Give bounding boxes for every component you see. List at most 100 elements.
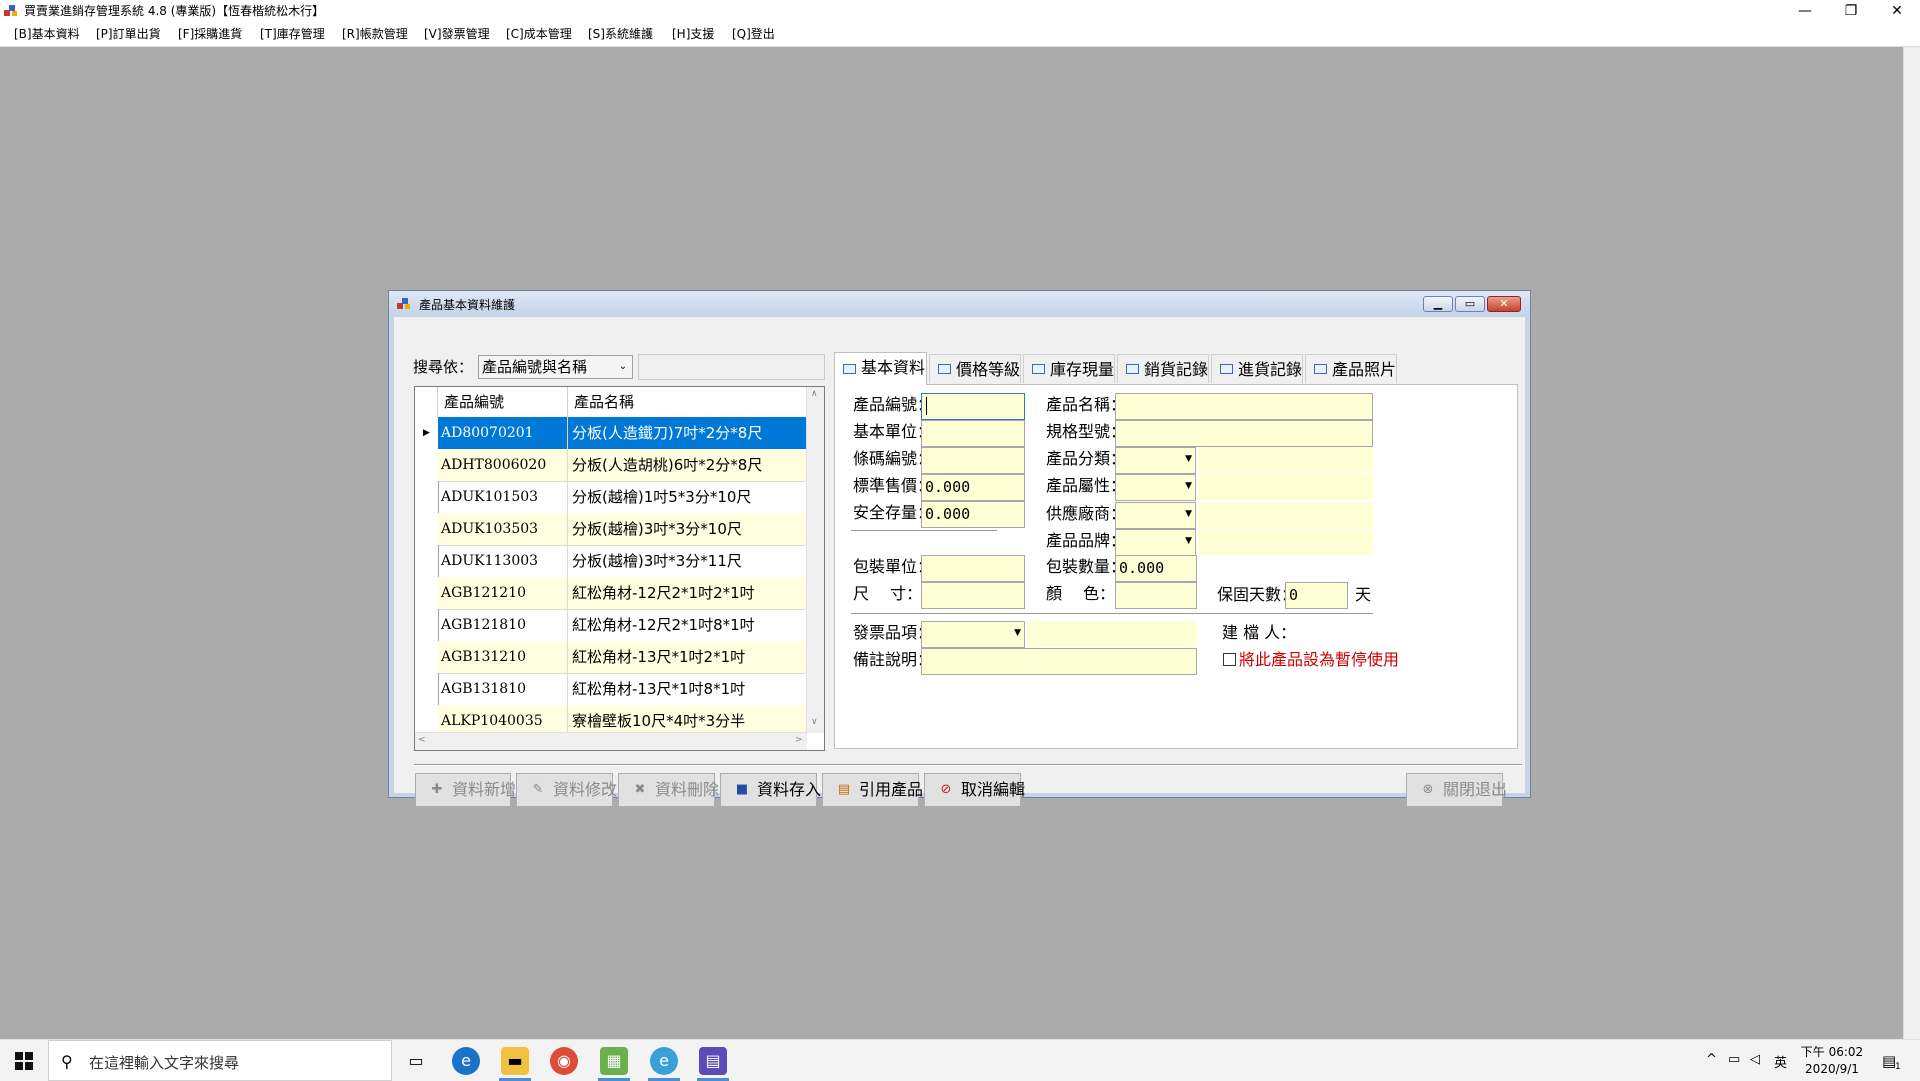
minimize-button[interactable]: —: [1782, 0, 1828, 22]
tab-purchase-records[interactable]: 進貨記錄: [1211, 354, 1303, 383]
file-explorer-icon[interactable]: ▬: [501, 1047, 529, 1075]
size-input[interactable]: [921, 582, 1025, 609]
dropdown-arrow-icon: ▼: [1014, 628, 1021, 638]
menu-cost[interactable]: [C]成本管理: [506, 26, 572, 42]
grid-vertical-scrollbar[interactable]: ∧ ∨: [806, 387, 824, 733]
menu-orders-shipping[interactable]: [P]訂單出貨: [96, 26, 161, 42]
windows-start-icon[interactable]: [0, 1040, 48, 1081]
scroll-right-icon[interactable]: >: [795, 735, 803, 745]
internet-explorer-icon[interactable]: e: [650, 1047, 678, 1075]
table-row[interactable]: ADHT8006020 分板(人造胡桃)6吋*2分*8尺: [415, 449, 807, 482]
table-row[interactable]: ADUK101503 分板(越檜)1吋5*3分*10尺: [415, 481, 807, 514]
dialog-icon: [397, 298, 410, 309]
menu-invoices[interactable]: [V]發票管理: [424, 26, 490, 42]
dialog-close-button[interactable]: ✕: [1487, 296, 1521, 312]
table-row[interactable]: AGB131210 紅松角材-13尺*1吋2*1吋: [415, 641, 807, 674]
form-icon: [1314, 364, 1327, 374]
store-icon[interactable]: ▦: [600, 1047, 628, 1075]
button-label: 資料修改: [553, 780, 618, 799]
spec-model-input[interactable]: [1115, 420, 1373, 447]
workspace-scrollbar[interactable]: [1903, 47, 1920, 1039]
scroll-left-icon[interactable]: <: [418, 735, 426, 745]
form-icon: [843, 364, 856, 374]
attribute-select[interactable]: ▼: [1115, 474, 1196, 501]
product-name-input[interactable]: [1115, 393, 1373, 420]
category-name-field: [1198, 447, 1373, 473]
search-input[interactable]: [638, 354, 825, 380]
taskbar-clock[interactable]: 下午 06:02 2020/9/1: [1800, 1044, 1864, 1078]
search-by-select[interactable]: 產品編號與名稱 ⌄: [478, 355, 633, 379]
table-row[interactable]: AGB121210 紅松角材-12尺2*1吋2*1吋: [415, 577, 807, 610]
add-record-button[interactable]: ✚ 資料新增: [415, 773, 516, 807]
scroll-down-icon[interactable]: ∨: [811, 717, 818, 727]
table-row[interactable]: AGB131810 紅松角材-13尺*1吋8*1吋: [415, 673, 807, 706]
task-view-icon[interactable]: ▭: [402, 1047, 430, 1075]
dialog-restore-button[interactable]: ▭: [1455, 296, 1485, 312]
dialog-minimize-button[interactable]: ▁: [1423, 296, 1453, 312]
erp-app-icon[interactable]: ▤: [699, 1047, 727, 1075]
table-row[interactable]: ADUK103503 分板(越檜)3吋*3分*10尺: [415, 513, 807, 546]
safety-stock-input[interactable]: 0.000: [921, 501, 1025, 528]
chevron-up-icon[interactable]: ^: [1706, 1052, 1717, 1067]
product-code-input[interactable]: [921, 393, 1025, 420]
category-select[interactable]: ▼: [1115, 447, 1196, 474]
table-row[interactable]: ADUK113003 分板(越檜)3吋*3分*11尺: [415, 545, 807, 578]
cite-product-button[interactable]: ▤ 引用產品: [822, 773, 923, 807]
label-category: 產品分類：: [1046, 449, 1127, 468]
suspend-label[interactable]: 將此產品設為暫停使用: [1239, 649, 1399, 671]
button-separator-highlight: [414, 765, 1522, 766]
cancel-edit-button[interactable]: ⊘ 取消編輯: [924, 773, 1025, 807]
clock-time: 下午 06:02: [1800, 1045, 1864, 1059]
edit-record-button[interactable]: ✎ 資料修改: [516, 773, 617, 807]
color-input[interactable]: [1115, 582, 1197, 609]
save-record-button[interactable]: ■ 資料存入: [720, 773, 821, 807]
grid-horizontal-scrollbar[interactable]: < >: [415, 732, 807, 750]
table-row[interactable]: ▶ AD80070201 分板(人造鐵刀)7吋*2分*8尺: [415, 417, 807, 450]
menu-accounts[interactable]: [R]帳款管理: [342, 26, 408, 42]
edge-icon[interactable]: e: [452, 1047, 480, 1075]
menu-support[interactable]: [H]支援: [672, 26, 714, 42]
remark-input[interactable]: [921, 648, 1197, 675]
brand-select[interactable]: ▼: [1115, 529, 1196, 556]
close-exit-button[interactable]: ⊗ 關閉退出: [1406, 773, 1507, 807]
taskbar-search[interactable]: ⚲ 在這裡輸入文字來搜尋: [48, 1040, 392, 1081]
menu-logout[interactable]: [Q]登出: [732, 26, 775, 42]
volume-icon[interactable]: ◁: [1750, 1052, 1760, 1067]
notification-count: 1: [1895, 1062, 1901, 1072]
pack-unit-input[interactable]: [921, 555, 1025, 582]
barcode-input[interactable]: [921, 447, 1025, 474]
warranty-input[interactable]: 0: [1285, 582, 1348, 609]
suspend-checkbox[interactable]: [1223, 653, 1236, 666]
restore-button[interactable]: ❐: [1828, 0, 1874, 22]
close-button[interactable]: ✕: [1874, 0, 1920, 22]
tab-price-levels[interactable]: 價格等級: [929, 354, 1021, 383]
base-unit-input[interactable]: [921, 420, 1025, 447]
cell-code: AD80070201: [438, 417, 568, 449]
menu-inventory[interactable]: [T]庫存管理: [260, 26, 325, 42]
table-row[interactable]: AGB121810 紅松角材-12尺2*1吋8*1吋: [415, 609, 807, 642]
menu-basic-data[interactable]: [B]基本資料: [14, 26, 80, 42]
chevron-down-icon: ⌄: [618, 361, 628, 372]
ime-indicator[interactable]: 英: [1774, 1052, 1787, 1071]
invoice-item-select[interactable]: ▼: [921, 621, 1025, 648]
chrome-icon[interactable]: ◉: [550, 1047, 578, 1075]
pack-qty-input[interactable]: 0.000: [1115, 555, 1197, 582]
menu-system[interactable]: [S]系統維護: [588, 26, 653, 42]
header-product-code[interactable]: 產品編號: [438, 387, 568, 417]
menu-purchasing[interactable]: [F]採購進貨: [178, 26, 242, 42]
supplier-select[interactable]: ▼: [1115, 502, 1196, 529]
scroll-up-icon[interactable]: ∧: [811, 389, 818, 399]
tab-product-photo[interactable]: 產品照片: [1305, 354, 1397, 383]
search-by-value: 產品編號與名稱: [482, 358, 588, 376]
network-icon[interactable]: ▭: [1728, 1052, 1740, 1067]
cell-name: 分板(越檜)1吋5*3分*10尺: [572, 488, 752, 506]
tab-sales-records[interactable]: 銷貨記錄: [1117, 354, 1209, 383]
standard-price-input[interactable]: 0.000: [921, 474, 1025, 501]
tab-basic-data[interactable]: 基本資料: [834, 352, 927, 385]
tab-label: 銷貨記錄: [1144, 360, 1209, 379]
delete-record-button[interactable]: ✖ 資料刪除: [618, 773, 719, 807]
header-product-name[interactable]: 產品名稱: [568, 387, 807, 417]
dropdown-arrow-icon: ▼: [1185, 481, 1192, 491]
tab-stock-qty[interactable]: 庫存現量: [1023, 354, 1115, 383]
cell-name: 紅松角材-13尺*1吋2*1吋: [568, 641, 807, 673]
